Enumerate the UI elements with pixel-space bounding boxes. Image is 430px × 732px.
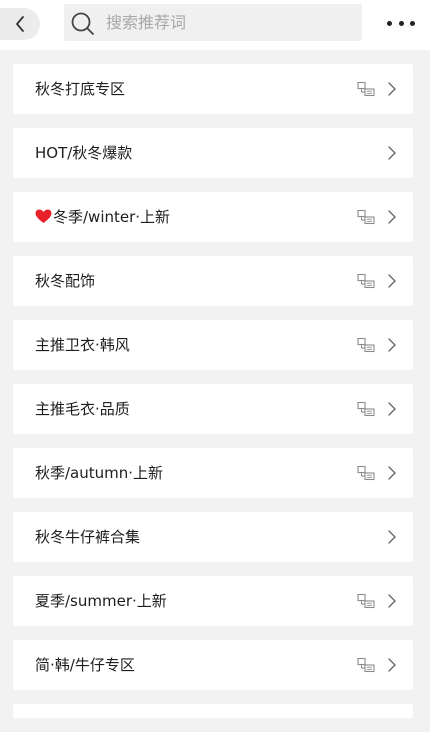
chevron-right-icon — [388, 658, 396, 672]
category-label: 冬季/winter·上新 — [35, 192, 170, 242]
chevron-right-icon — [388, 594, 396, 608]
search-input[interactable]: 搜索推荐词 — [64, 4, 362, 41]
category-list: 秋冬打底专区 HOT/秋冬爆款冬季/winter·上新秋冬配饰主推卫衣·韩风 主推毛… — [13, 64, 413, 732]
category-label: 简·韩/牛仔专区 — [35, 640, 135, 690]
chevron-right-icon — [388, 82, 396, 96]
more-dot-icon — [410, 20, 415, 26]
more-options-button[interactable] — [383, 10, 419, 36]
more-dot-icon — [387, 20, 392, 26]
category-label-text: 主推卫衣·韩风 — [35, 336, 130, 354]
chevron-right-icon — [388, 338, 396, 352]
search-icon — [71, 12, 94, 35]
category-label-text: HOT/秋冬爆款 — [35, 144, 133, 162]
category-label-text: 主推毛衣·品质 — [35, 400, 130, 418]
category-row[interactable]: 秋冬打底专区 — [13, 64, 413, 114]
category-row[interactable]: 秋冬牛仔裤合集 — [13, 512, 413, 562]
mini-program-icon — [357, 273, 375, 289]
category-row-partial[interactable] — [13, 704, 413, 718]
chevron-right-icon — [388, 146, 396, 160]
chevron-right-icon — [388, 466, 396, 480]
category-label: 主推卫衣·韩风 — [35, 320, 130, 370]
chevron-left-icon — [16, 16, 24, 32]
chevron-right-icon — [388, 402, 396, 416]
category-row[interactable]: 主推毛衣·品质 — [13, 384, 413, 434]
category-label-text: 简·韩/牛仔专区 — [35, 656, 135, 674]
mini-program-icon — [357, 657, 375, 673]
chevron-right-icon — [388, 530, 396, 544]
category-row[interactable]: 秋季/autumn·上新 — [13, 448, 413, 498]
category-label-text: 秋季/autumn·上新 — [35, 464, 164, 482]
category-label: 秋冬配饰 — [35, 256, 95, 306]
category-label-text: 秋冬配饰 — [35, 272, 96, 290]
mini-program-icon — [357, 337, 375, 353]
category-label-text: 夏季/summer·上新 — [35, 592, 167, 610]
mini-program-icon — [357, 209, 375, 225]
category-label: 秋冬打底专区 — [35, 64, 125, 114]
mini-program-icon — [357, 81, 375, 97]
category-label-text: 秋冬打底专区 — [35, 80, 126, 98]
chevron-right-icon — [388, 210, 396, 224]
search-placeholder: 搜索推荐词 — [106, 13, 187, 32]
category-row[interactable]: 主推卫衣·韩风 — [13, 320, 413, 370]
mini-program-icon — [357, 401, 375, 417]
category-label: 秋冬牛仔裤合集 — [35, 512, 140, 562]
category-label: HOT/秋冬爆款 — [35, 128, 132, 178]
category-row[interactable]: HOT/秋冬爆款 — [13, 128, 413, 178]
category-label: 主推毛衣·品质 — [35, 384, 130, 434]
category-label-text: 冬季/winter·上新 — [53, 208, 171, 226]
category-row[interactable]: 简·韩/牛仔专区 — [13, 640, 413, 690]
mini-program-icon — [357, 593, 375, 609]
category-row[interactable]: 秋冬配饰 — [13, 256, 413, 306]
back-button[interactable] — [0, 8, 40, 40]
category-label-text: 秋冬牛仔裤合集 — [35, 528, 141, 546]
more-dot-icon — [398, 20, 404, 26]
mini-program-icon — [357, 465, 375, 481]
category-label: 秋季/autumn·上新 — [35, 448, 163, 498]
category-label: 夏季/summer·上新 — [35, 576, 167, 626]
chevron-right-icon — [388, 274, 396, 288]
heart-icon — [35, 209, 52, 223]
top-navigation-bar: 搜索推荐词 — [0, 0, 430, 50]
category-row[interactable]: 冬季/winter·上新 — [13, 192, 413, 242]
category-row[interactable]: 夏季/summer·上新 — [13, 576, 413, 626]
